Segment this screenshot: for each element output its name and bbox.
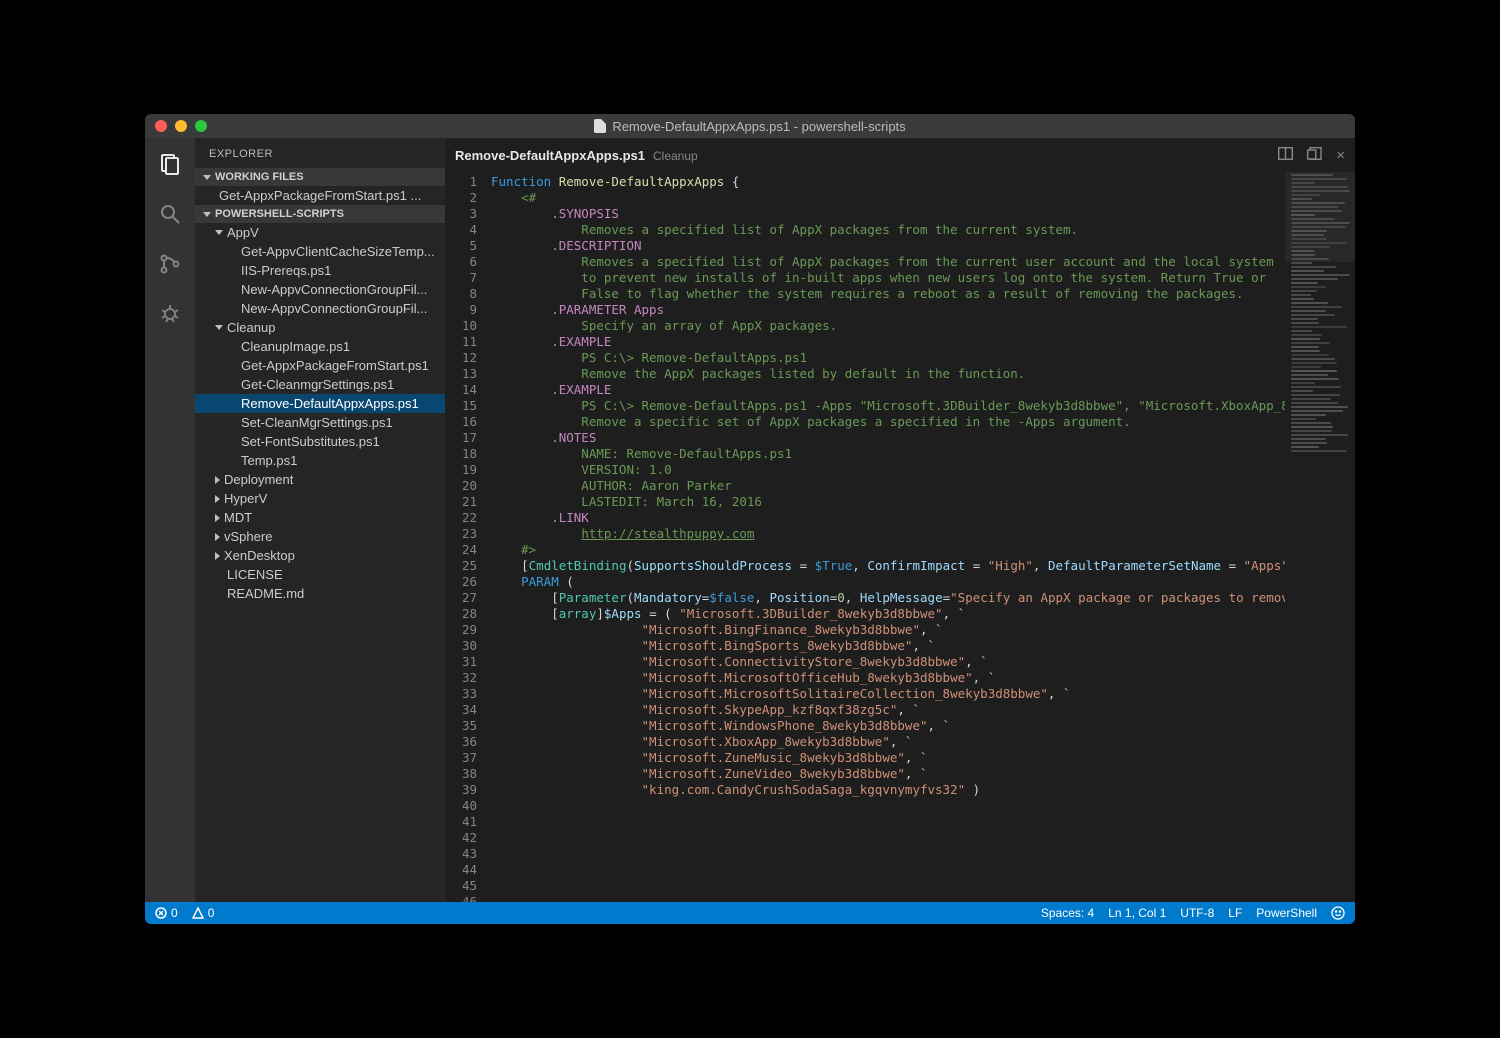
tree-item-label: Set-CleanMgrSettings.ps1 (241, 415, 393, 430)
tree-item-label: Get-AppxPackageFromStart.ps1 (241, 358, 429, 373)
app-window: Remove-DefaultAppxApps.ps1 - powershell-… (145, 114, 1355, 924)
editor-tabbar: Remove-DefaultAppxApps.ps1 Cleanup × (445, 138, 1355, 172)
errors-count: 0 (171, 906, 178, 920)
tree-item-label: Set-FontSubstitutes.ps1 (241, 434, 380, 449)
code-editor[interactable]: 1234567891011121314151617181920212223242… (445, 172, 1355, 902)
indentation-status[interactable]: Spaces: 4 (1041, 906, 1094, 920)
git-activity-icon[interactable] (156, 250, 184, 278)
tree-item-label: New-AppvConnectionGroupFil... (241, 282, 427, 297)
file-item[interactable]: Get-AppxPackageFromStart.ps1 (195, 356, 445, 375)
explorer-sidebar: EXPLORER WORKING FILES Get-AppxPackageFr… (195, 138, 445, 902)
file-item[interactable]: Get-AppvClientCacheSizeTemp... (195, 242, 445, 261)
file-item[interactable]: Get-CleanmgrSettings.ps1 (195, 375, 445, 394)
tab-folder: Cleanup (653, 149, 698, 163)
tree-item-label: MDT (224, 510, 252, 525)
errors-status[interactable]: 0 (155, 906, 178, 920)
eol-status[interactable]: LF (1228, 906, 1242, 920)
tree-item-label: vSphere (224, 529, 272, 544)
chevron-right-icon (215, 514, 220, 522)
titlebar[interactable]: Remove-DefaultAppxApps.ps1 - powershell-… (145, 114, 1355, 138)
chevron-down-icon (215, 325, 223, 330)
folder-item[interactable]: MDT (195, 508, 445, 527)
explorer-activity-icon[interactable] (156, 150, 184, 178)
window-title-text: Remove-DefaultAppxApps.ps1 - powershell-… (612, 119, 905, 134)
encoding-status[interactable]: UTF-8 (1180, 906, 1214, 920)
tree-item-label: Remove-DefaultAppxApps.ps1 (241, 396, 419, 411)
tab-filename: Remove-DefaultAppxApps.ps1 (455, 148, 645, 163)
split-editor-icon[interactable] (1278, 147, 1293, 164)
tree-item-label: Get-AppvClientCacheSizeTemp... (241, 244, 435, 259)
language-status[interactable]: PowerShell (1256, 906, 1317, 920)
file-item[interactable]: New-AppvConnectionGroupFil... (195, 299, 445, 318)
tree-item-label: Temp.ps1 (241, 453, 297, 468)
tree-item-label: New-AppvConnectionGroupFil... (241, 301, 427, 316)
chevron-right-icon (215, 476, 220, 484)
chevron-down-icon (215, 230, 223, 235)
warnings-status[interactable]: 0 (192, 906, 215, 920)
project-label: POWERSHELL-SCRIPTS (215, 208, 344, 220)
file-item[interactable]: README.md (195, 584, 445, 603)
code-content[interactable]: Function Remove-DefaultAppxApps { <# .SY… (491, 172, 1285, 902)
folder-item[interactable]: vSphere (195, 527, 445, 546)
file-item[interactable]: LICENSE (195, 565, 445, 584)
minimap[interactable] (1285, 172, 1355, 902)
close-window-button[interactable] (155, 120, 167, 132)
editor-area: Remove-DefaultAppxApps.ps1 Cleanup × 123… (445, 138, 1355, 902)
folder-item[interactable]: AppV (195, 223, 445, 242)
file-item[interactable]: CleanupImage.ps1 (195, 337, 445, 356)
tree-item-label: HyperV (224, 491, 267, 506)
debug-activity-icon[interactable] (156, 300, 184, 328)
chevron-right-icon (215, 533, 220, 541)
window-title: Remove-DefaultAppxApps.ps1 - powershell-… (145, 119, 1355, 134)
traffic-lights (145, 120, 207, 132)
file-item[interactable]: Temp.ps1 (195, 451, 445, 470)
tree-item-label: IIS-Prereqs.ps1 (241, 263, 331, 278)
file-item[interactable]: New-AppvConnectionGroupFil... (195, 280, 445, 299)
file-item[interactable]: Remove-DefaultAppxApps.ps1 (195, 394, 445, 413)
line-number-gutter: 1234567891011121314151617181920212223242… (445, 172, 491, 902)
minimize-window-button[interactable] (175, 120, 187, 132)
tree-item-label: README.md (227, 586, 304, 601)
status-bar: 0 0 Spaces: 4 Ln 1, Col 1 UTF-8 LF Power… (145, 902, 1355, 924)
folder-item[interactable]: Deployment (195, 470, 445, 489)
more-actions-icon[interactable] (1307, 147, 1322, 164)
tab-actions: × (1278, 147, 1345, 164)
search-activity-icon[interactable] (156, 200, 184, 228)
app-body: EXPLORER WORKING FILES Get-AppxPackageFr… (145, 138, 1355, 902)
working-files-tree: Get-AppxPackageFromStart.ps1 ... (195, 186, 445, 205)
chevron-right-icon (215, 552, 220, 560)
maximize-window-button[interactable] (195, 120, 207, 132)
file-icon (594, 119, 606, 133)
sidebar-title: EXPLORER (195, 138, 445, 168)
activity-bar (145, 138, 195, 902)
folder-item[interactable]: Cleanup (195, 318, 445, 337)
tree-item-label: LICENSE (227, 567, 283, 582)
chevron-down-icon (203, 175, 211, 180)
tree-item-label: XenDesktop (224, 548, 295, 563)
warnings-count: 0 (208, 906, 215, 920)
file-item[interactable]: Set-FontSubstitutes.ps1 (195, 432, 445, 451)
working-files-header[interactable]: WORKING FILES (195, 168, 445, 186)
working-file-item[interactable]: Get-AppxPackageFromStart.ps1 ... (195, 186, 445, 205)
feedback-icon[interactable] (1331, 906, 1345, 920)
open-tab[interactable]: Remove-DefaultAppxApps.ps1 Cleanup (455, 148, 698, 163)
project-tree: AppV Get-AppvClientCacheSizeTemp... IIS-Pr… (195, 223, 445, 603)
tree-item-label: AppV (227, 225, 259, 240)
close-editor-icon[interactable]: × (1336, 147, 1345, 164)
file-item[interactable]: IIS-Prereqs.ps1 (195, 261, 445, 280)
folder-item[interactable]: XenDesktop (195, 546, 445, 565)
chevron-right-icon (215, 495, 220, 503)
working-files-label: WORKING FILES (215, 171, 304, 183)
tree-item-label: Get-CleanmgrSettings.ps1 (241, 377, 394, 392)
file-item[interactable]: Set-CleanMgrSettings.ps1 (195, 413, 445, 432)
folder-item[interactable]: HyperV (195, 489, 445, 508)
tree-item-label: Cleanup (227, 320, 275, 335)
tree-item-label: Deployment (224, 472, 293, 487)
cursor-position-status[interactable]: Ln 1, Col 1 (1108, 906, 1166, 920)
project-header[interactable]: POWERSHELL-SCRIPTS (195, 205, 445, 223)
chevron-down-icon (203, 212, 211, 217)
tree-item-label: CleanupImage.ps1 (241, 339, 350, 354)
